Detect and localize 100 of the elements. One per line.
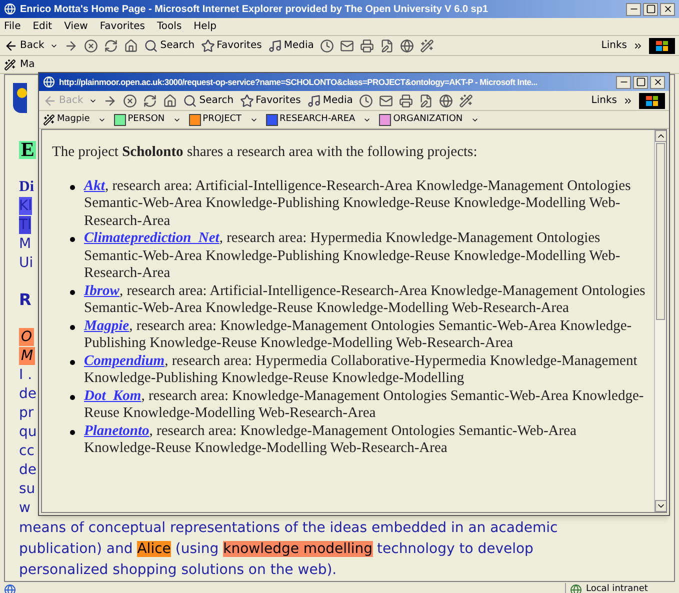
category-button[interactable]: RESEARCH-AREA [266, 112, 356, 126]
mail-icon[interactable] [340, 38, 354, 52]
scrollbar[interactable] [654, 130, 666, 512]
project-link[interactable]: Akt [84, 178, 105, 194]
close-button[interactable] [660, 2, 675, 16]
page-text: E [19, 141, 36, 159]
history-icon[interactable] [358, 94, 373, 108]
wand-icon[interactable] [458, 94, 473, 108]
page-text: pr [19, 404, 34, 422]
menu-item[interactable]: View [64, 19, 88, 34]
zone-label: Local intranet [586, 582, 648, 593]
wand-icon[interactable] [420, 38, 434, 52]
toolbar-button[interactable]: Media [306, 93, 353, 108]
page-text: Di [19, 178, 34, 196]
stop-icon[interactable] [84, 38, 98, 52]
music-note-icon [306, 94, 321, 108]
search-icon [144, 38, 158, 52]
maximize-button[interactable] [643, 2, 658, 16]
links-button[interactable]: Links [591, 93, 617, 108]
maximize-icon [646, 4, 656, 14]
menu-item[interactable]: Tools [157, 19, 182, 34]
history-icon[interactable] [320, 38, 334, 52]
menu-item[interactable]: Help [194, 19, 216, 34]
logo-icon [13, 83, 27, 113]
windows-logo-icon [639, 92, 665, 108]
bullet-icon [70, 430, 75, 434]
stop-icon[interactable] [123, 94, 138, 108]
project-link[interactable]: Climateprediction_Net [84, 230, 220, 246]
search-icon [183, 94, 198, 108]
window-title: Enrico Motta's Home Page - Microsoft Internet Explorer provided by The Open University V 6.0 sp1 [20, 2, 488, 16]
page-text: Ui [19, 254, 34, 272]
category-button[interactable]: PERSON [114, 112, 165, 126]
magpie-label[interactable]: Ma [20, 57, 35, 72]
refresh-icon[interactable] [104, 38, 118, 52]
menu-item[interactable]: File [4, 19, 21, 34]
print-icon[interactable] [398, 94, 413, 108]
scroll-up-icon[interactable] [655, 130, 666, 142]
scroll-down-icon[interactable] [655, 500, 666, 512]
forward-icon[interactable] [103, 94, 118, 108]
menu-item[interactable]: Favorites [100, 19, 146, 34]
page-text: w [19, 499, 30, 517]
project-link[interactable]: Ibrow [84, 282, 120, 298]
page-icon [4, 584, 16, 593]
page-text: M [19, 347, 36, 365]
project-link[interactable]: Magpie [84, 318, 130, 334]
page-paragraph: means of conceptual representations of the ideas embedded in an academic publication) and Alice (using knowledge modelling technology to develop personalized shopping solutions on the web). [19, 519, 559, 580]
page-text: O [19, 328, 34, 346]
star-icon [240, 94, 254, 108]
star-icon [200, 38, 215, 52]
minimize-button[interactable] [626, 2, 641, 16]
scroll-thumb[interactable] [656, 143, 665, 320]
page-text: M [19, 235, 32, 253]
chevron-icon [623, 96, 633, 106]
toolbar-button[interactable]: Favorites [240, 93, 301, 108]
toolbar-button[interactable]: Favorites [200, 38, 262, 53]
windows-logo-icon [649, 38, 675, 54]
bullet-icon [70, 290, 75, 294]
category-button[interactable]: ORGANIZATION [379, 112, 463, 126]
wand-icon [43, 114, 55, 126]
back-button[interactable]: Back [4, 38, 44, 53]
minimize-button[interactable] [616, 76, 631, 88]
links-button[interactable]: Links [601, 38, 627, 53]
music-note-icon [268, 38, 282, 52]
ie-icon [43, 76, 55, 88]
project-link[interactable]: Compendium [84, 352, 165, 368]
ie-icon [4, 3, 16, 15]
project-link[interactable]: Planetonto [84, 422, 150, 438]
page-text: de [19, 461, 36, 479]
page-text: Kl [19, 197, 32, 215]
toolbar-button[interactable]: Media [268, 38, 314, 53]
edit-icon[interactable] [380, 38, 394, 52]
back-arrow-icon [43, 94, 57, 108]
project-entry: Climateprediction_Net, research area: Hypermedia Knowledge-Management Ontologies Semantic-Web-Area Knowledge-Publishing Knowledge-Reuse Knowledge-Modelling Web-Research-Area [84, 230, 620, 281]
print-icon[interactable] [360, 38, 374, 52]
bullet-icon [70, 184, 75, 190]
project-link[interactable]: Dot_Kom [84, 388, 142, 404]
close-icon [662, 4, 672, 14]
wand-icon [4, 58, 16, 70]
magpie-button[interactable]: Magpie [43, 112, 90, 126]
page-text: qu [19, 423, 37, 441]
mail-icon[interactable] [378, 94, 393, 108]
home-icon[interactable] [163, 94, 178, 108]
forward-icon[interactable] [64, 38, 78, 52]
home-icon[interactable] [124, 38, 138, 52]
intro-text: The project Scholonto shares a research area with the following projects: [52, 144, 478, 162]
edit-icon[interactable] [418, 94, 433, 108]
globe-icon[interactable] [438, 94, 453, 108]
bullet-icon [70, 360, 75, 364]
intranet-icon [570, 584, 582, 593]
toolbar-button[interactable]: Search [144, 38, 195, 53]
window-title: http://plainmoor.open.ac.uk:3000/request-op-service?name=SCHOLONTO&class=PROJECT&ontology=AKT-P - Microsoft Inte... [59, 76, 538, 88]
project-entry: Planetonto, research area: Knowledge-Management Ontologies Semantic-Web-Area Knowledge-Reuse Knowledge-Modelling Web-Research-Area [84, 422, 576, 456]
maximize-button[interactable] [633, 76, 648, 88]
chevron-icon [633, 40, 643, 50]
refresh-icon[interactable] [143, 94, 158, 108]
globe-icon[interactable] [400, 38, 414, 52]
close-button[interactable] [650, 76, 665, 88]
category-button[interactable]: PROJECT [188, 112, 242, 126]
menu-item[interactable]: Edit [32, 19, 52, 34]
toolbar-button[interactable]: Search [183, 93, 234, 108]
